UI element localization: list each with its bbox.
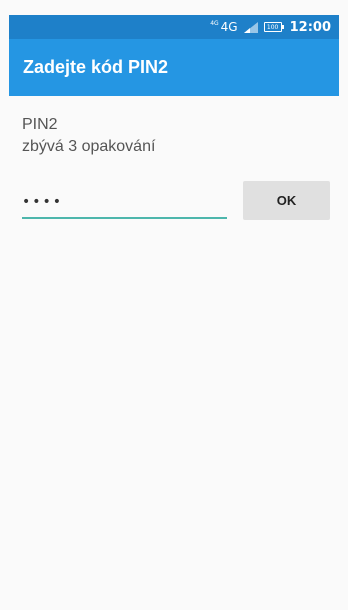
pin-input[interactable]: ••••: [22, 187, 227, 219]
signal-icon: [243, 21, 258, 33]
pin-dialog-content: PIN2 zbývá 3 opakování •••• OK: [9, 96, 339, 610]
page-title: Zadejte kód PIN2: [23, 57, 169, 77]
network-indicator: 4G 4G: [210, 20, 237, 34]
network-label: 4G: [220, 20, 238, 34]
ok-button[interactable]: OK: [243, 181, 330, 220]
battery-level: 100: [266, 23, 279, 31]
status-bar: 4G 4G 100 12:00: [9, 15, 339, 39]
clock: 12:00: [289, 19, 331, 35]
pin-type-label: PIN2: [22, 116, 58, 133]
app-bar: Zadejte kód PIN2: [9, 39, 339, 96]
battery-icon: 100: [263, 22, 284, 32]
attempts-remaining-label: zbývá 3 opakování: [22, 138, 156, 155]
network-superscript: 4G: [210, 20, 219, 27]
